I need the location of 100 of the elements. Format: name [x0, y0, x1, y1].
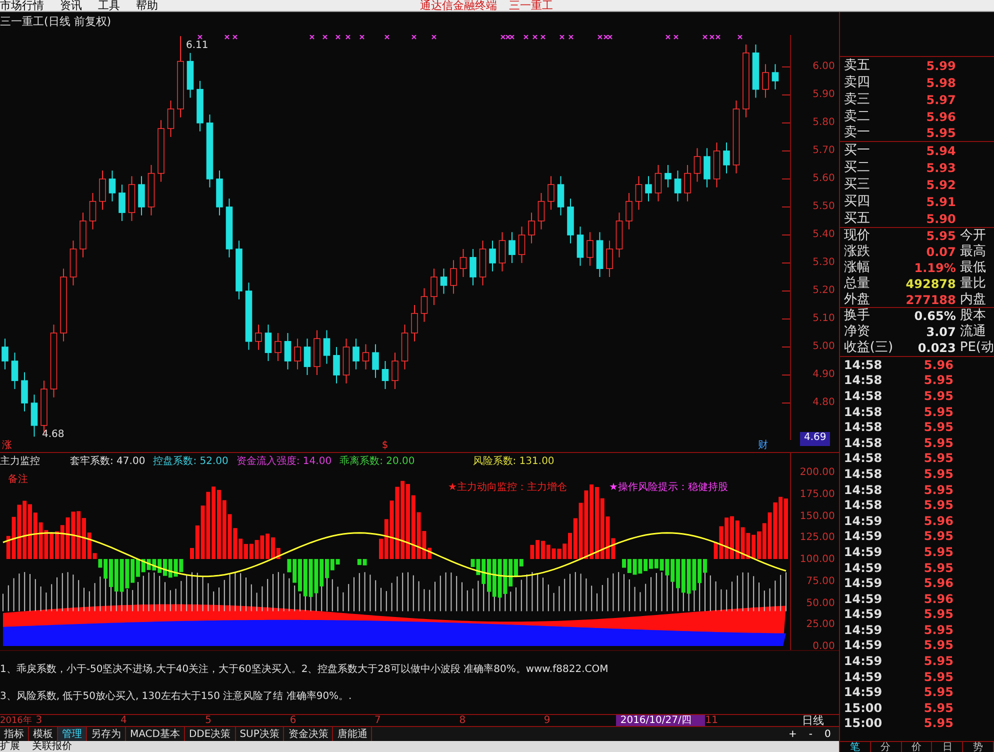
stat-value: 0.07	[925, 244, 956, 261]
price-axis-label: 5.30	[812, 256, 835, 269]
candle	[342, 338, 350, 384]
stat-label: 净资	[844, 323, 871, 340]
tick-price: 5.95	[924, 715, 954, 732]
tick-time: 14:58	[844, 434, 884, 452]
tick-price: 5.95	[924, 544, 954, 561]
tick-price: 5.95	[924, 528, 954, 546]
stat-label: 量比	[958, 275, 986, 292]
candle	[118, 184, 126, 222]
zoom-button[interactable]: 0	[820, 726, 835, 742]
order-book-price: 5.90	[925, 210, 956, 228]
candle	[626, 192, 632, 230]
note-label: 备注	[8, 472, 28, 487]
tick-price: 5.95	[924, 606, 954, 624]
candle	[440, 268, 448, 294]
current-price-badge: 4.69	[800, 432, 830, 446]
stat-label: 今开	[958, 227, 986, 244]
zoom-button[interactable]: -	[804, 726, 816, 742]
zoom-button[interactable]: +	[784, 726, 801, 742]
bottom-tab[interactable]: 扩展	[0, 741, 20, 752]
quote-tab[interactable]: 分	[870, 742, 902, 752]
candle	[401, 324, 408, 370]
candle	[128, 176, 136, 222]
candle	[674, 170, 682, 202]
tick-time: 14:58	[844, 466, 884, 483]
candle	[284, 332, 292, 370]
stat-label: 涨幅	[844, 259, 871, 276]
indicator-name: 主力监控	[0, 454, 41, 469]
stat-label: 股本	[958, 307, 986, 324]
price-axis-label: 5.40	[812, 228, 835, 241]
candle	[470, 248, 476, 286]
candle	[216, 170, 223, 216]
tick-time: 14:59	[844, 560, 884, 577]
tick-price: 5.95	[924, 560, 954, 577]
note-text: 1、乖戾系数，小于-50坚决不进场.大于40关注，大于60坚决买入。2、控盘系数大于28可以做中小波段 准确率80%。www.f8822.COM	[0, 662, 610, 676]
candle	[99, 170, 106, 210]
tick-price: 5.95	[924, 497, 954, 514]
date-axis-label: 8	[459, 715, 467, 726]
stat-value: 1.19%	[913, 260, 956, 277]
signal-text: ★操作风险提示：稳健持股	[608, 480, 728, 495]
indicator-param: 套牢系数: 47.00	[70, 454, 146, 469]
tick-price: 5.95	[924, 434, 954, 452]
order-book-price: 5.93	[925, 160, 956, 176]
candle	[226, 198, 233, 258]
indicator-tab[interactable]: 管理	[58, 727, 87, 741]
quote-tab[interactable]: 笔	[840, 742, 871, 752]
candle	[684, 164, 691, 202]
candle	[372, 344, 379, 378]
candle	[498, 232, 506, 272]
chart-title: 三一重工(日线 前复权)	[0, 15, 112, 28]
tick-price: 5.95	[924, 684, 954, 702]
candle	[80, 212, 86, 258]
tick-time: 14:59	[844, 544, 884, 561]
price-axis-label: 5.20	[812, 284, 835, 297]
candle	[762, 64, 769, 98]
price-axis-label: 5.80	[812, 116, 835, 129]
price-axis-label: 6.00	[812, 60, 835, 73]
order-book-price: 5.92	[925, 176, 956, 194]
bottom-tab[interactable]: 关联报价	[32, 741, 72, 752]
menu-item[interactable]: 帮助	[136, 0, 158, 11]
price-axis-label: 5.70	[812, 144, 835, 157]
indicator-axis-label: 150.00	[800, 510, 835, 524]
tick-time: 15:00	[844, 700, 884, 717]
menu-item[interactable]: 资讯	[60, 0, 82, 11]
candle	[382, 360, 389, 390]
candle	[392, 352, 398, 390]
order-book-price: 5.98	[925, 74, 956, 92]
order-book-price: 5.97	[925, 92, 956, 108]
candle	[616, 212, 623, 258]
quote-tab[interactable]: 价	[902, 742, 932, 752]
tick-price: 5.95	[924, 372, 954, 390]
candle	[489, 240, 496, 272]
candle	[314, 330, 320, 376]
tick-time: 14:59	[844, 684, 884, 702]
candle	[148, 164, 155, 216]
quote-tab[interactable]: 势	[963, 742, 994, 752]
quote-tab[interactable]: 日	[932, 742, 964, 752]
menu-item[interactable]: 工具	[98, 0, 120, 11]
tick-time: 14:59	[844, 606, 884, 624]
date-axis-label: 5	[205, 715, 213, 726]
tick-price: 5.95	[924, 622, 954, 639]
stat-label: 换手	[844, 307, 871, 324]
stat-value: 277188	[904, 292, 956, 308]
tick-price: 5.96	[924, 512, 954, 530]
candle	[548, 176, 554, 210]
price-axis-label: 5.60	[812, 172, 835, 185]
order-book-label: 卖一	[844, 124, 871, 142]
candle	[333, 346, 340, 384]
order-book-label: 卖五	[844, 56, 871, 75]
tick-time: 14:58	[844, 388, 884, 405]
candle	[596, 232, 604, 278]
tick-time: 14:58	[844, 404, 884, 421]
stat-value: 492878	[904, 276, 956, 293]
low-price-label: 4.68	[42, 428, 64, 442]
stat-value: 0.023	[916, 340, 956, 357]
tick-price: 5.96	[924, 356, 954, 374]
menu-item[interactable]: 市场行情	[0, 0, 44, 11]
candle	[752, 44, 760, 98]
candle	[586, 232, 594, 266]
